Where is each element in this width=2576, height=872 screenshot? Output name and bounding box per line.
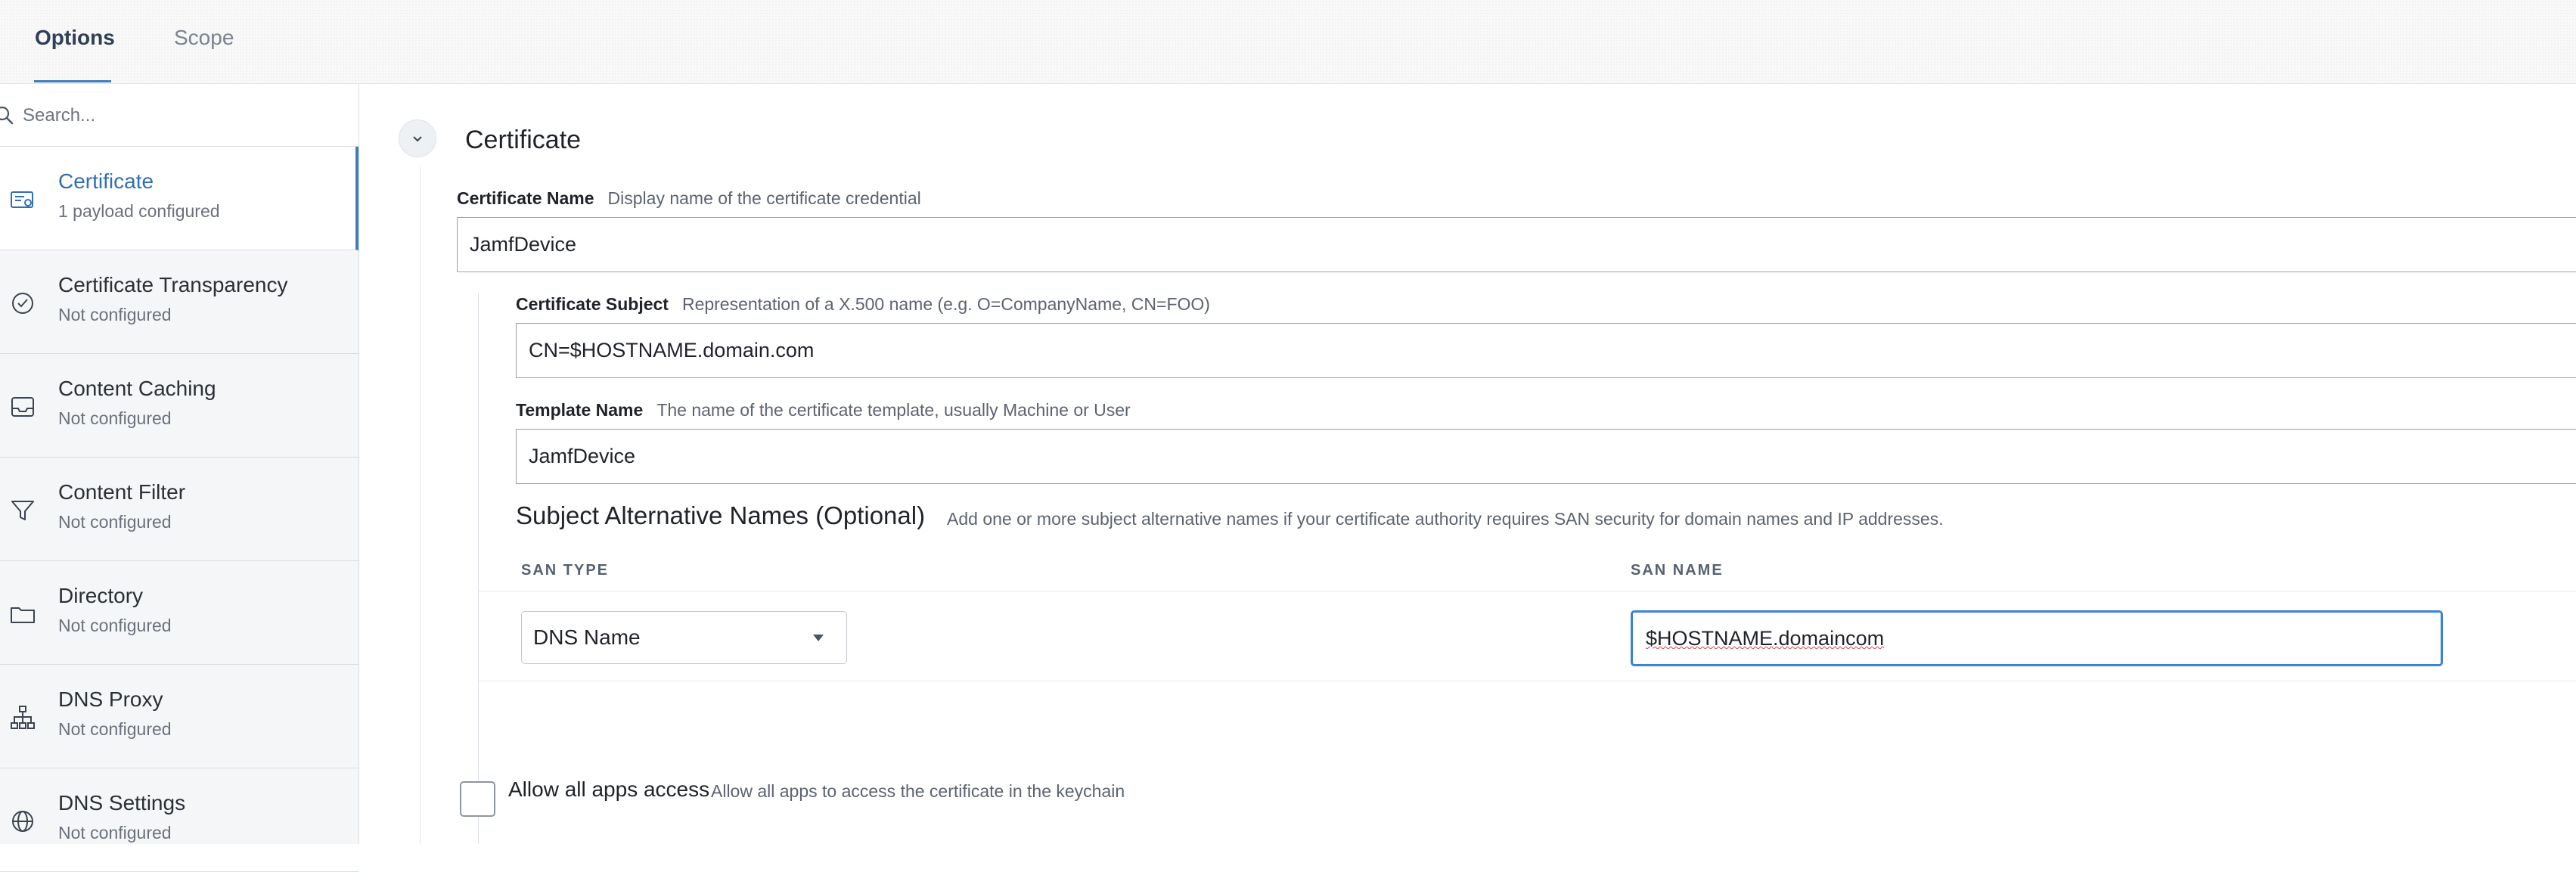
sidebar-item-label: Certificate [58,169,154,193]
folder-icon [11,607,35,623]
inbox-tray-icon [11,397,34,417]
sidebar-item-dns-proxy[interactable]: DNS Proxy Not configured [0,665,358,768]
nested-guide-line [478,293,479,844]
search-icon [0,106,14,125]
san-name-value: $HOSTNAME.domaincom [1646,627,1885,650]
san-name-input[interactable]: $HOSTNAME.domaincom [1631,610,2443,666]
certificate-subject-label: Certificate Subject Representation of a X… [516,294,1210,315]
certificate-icon [11,191,33,208]
sidebar-item-label: Directory [58,584,144,607]
field-label-text: Template Name [516,400,644,420]
sidebar-item-content-caching[interactable]: Content Caching Not configured [0,354,358,458]
field-label-text: Certificate Name [457,188,594,208]
san-type-value: DNS Name [533,625,641,649]
sidebar-item-status: Not configured [58,719,172,739]
sidebar-item-dns-settings[interactable]: DNS Settings Not configured [0,768,358,872]
network-hierarchy-icon [11,706,35,729]
certificate-name-input[interactable]: JamfDevice [457,217,2576,272]
section-guide-line [420,167,421,844]
sidebar-search [0,84,358,147]
sidebar-item-status: 1 payload configured [58,201,220,221]
template-name-label: Template Name The name of the certificate… [516,400,1131,420]
certificate-name-label: Certificate Name Display name of the cert… [457,188,921,209]
sidebar-item-status: Not configured [58,512,172,532]
allow-all-apps-label: Allow all apps access [508,777,710,801]
field-description: Display name of the certificate credenti… [607,188,921,208]
top-tab-bar: Options Scope [0,0,2576,84]
template-name-input[interactable]: JamfDevice [516,429,2576,484]
dropdown-caret-icon [813,635,824,641]
sidebar-item-label: Content Filter [58,480,186,504]
san-type-column-header: SAN TYPE [521,562,610,579]
certificate-subject-input[interactable]: CN=$HOSTNAME.domain.com [516,323,2576,378]
sidebar-item-directory[interactable]: Directory Not configured [0,561,358,665]
payload-sidebar: Certificate 1 payload configured Certifi… [0,84,359,872]
sidebar-item-status: Not configured [58,408,172,428]
field-description: Representation of a X.500 name (e.g. O=C… [681,294,1210,314]
sidebar-item-content-filter[interactable]: Content Filter Not configured [0,458,358,561]
section-title: Certificate [465,126,582,154]
san-section-description: Add one or more subject alternative name… [947,509,1944,529]
san-name-column-header: SAN NAME [1631,562,1724,579]
sidebar-item-certificate[interactable]: Certificate 1 payload configured [0,147,358,250]
tab-scope[interactable]: Scope [174,26,234,50]
san-section-title: Subject Alternative Names (Optional) [516,501,926,529]
sidebar-item-label: DNS Proxy [58,687,163,711]
field-description: The name of the certificate template, us… [656,400,1131,420]
field-label-text: Certificate Subject [516,294,669,314]
sidebar-item-label: DNS Settings [58,791,186,815]
tab-options[interactable]: Options [35,26,115,50]
sidebar-item-label: Certificate Transparency [58,273,288,296]
sidebar-item-status: Not configured [58,616,172,635]
allow-all-apps-checkbox[interactable] [460,781,495,817]
allow-all-apps-description: Allow all apps to access the certificate… [711,781,1125,801]
sidebar-item-status: Not configured [58,823,172,843]
collapse-section-button[interactable] [399,119,436,157]
payload-editor: Certificate Certificate Name Display name… [359,84,2576,844]
active-tab-indicator [34,80,111,82]
filter-icon [11,501,34,520]
search-input[interactable] [21,102,342,129]
check-circle-icon [12,293,33,314]
sidebar-item-label: Content Caching [58,377,216,400]
chevron-down-icon [413,136,422,142]
sidebar-item-status: Not configured [58,305,172,324]
sidebar-item-certificate-transparency[interactable]: Certificate Transparency Not configured [0,250,358,354]
san-type-select[interactable]: DNS Name [521,611,847,664]
globe-icon [12,811,33,832]
